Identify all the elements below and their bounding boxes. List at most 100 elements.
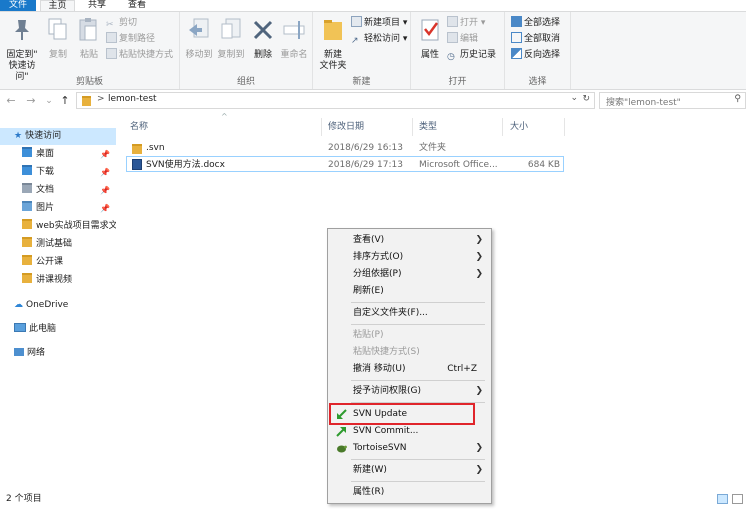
easy-access-label: 轻松访问 ▾ — [364, 34, 408, 44]
submenu-arrow-icon: ❯ — [475, 252, 483, 262]
new-item-button[interactable]: 新建项目 ▾ — [351, 16, 407, 30]
file-name: .svn — [146, 143, 165, 153]
nav-item-web-project[interactable]: web实战项目需求文 — [0, 218, 116, 235]
column-divider[interactable] — [564, 118, 565, 136]
edit-button[interactable]: 编辑 — [447, 32, 478, 46]
pin-icon — [15, 20, 29, 40]
search-input[interactable]: 搜索"lemon-test" ⚲ — [599, 92, 746, 109]
copy-path-button[interactable]: 复制路径 — [106, 32, 155, 46]
menu-item-customize-folder[interactable]: 自定义文件夹(F)... — [328, 305, 491, 322]
organize-group: 移动到 复制到 删除 重命名 组织 — [180, 12, 313, 89]
download-icon — [22, 165, 32, 175]
file-row[interactable]: .svn 2018/6/29 16:13 文件夹 — [126, 140, 564, 156]
cut-label: 剪切 — [119, 18, 138, 28]
pin-to-quick-access-button[interactable]: 固定到" 快速访问" — [2, 16, 42, 83]
properties-button[interactable]: 属性 — [415, 16, 445, 61]
nav-quick-access[interactable]: ★ 快速访问 — [0, 128, 116, 145]
file-row[interactable]: SVN使用方法.docx 2018/6/29 17:13 Microsoft O… — [126, 156, 564, 172]
back-button[interactable]: ← — [4, 93, 18, 109]
menu-separator — [351, 459, 485, 460]
nav-onedrive[interactable]: ☁ OneDrive — [0, 297, 116, 314]
column-divider[interactable] — [321, 118, 322, 136]
cut-button[interactable]: ✂ 剪切 — [106, 16, 137, 30]
folder-icon — [22, 237, 32, 247]
menu-item-paste[interactable]: 粘贴(P) — [328, 327, 491, 344]
nav-this-pc[interactable]: 此电脑 — [0, 321, 116, 338]
menu-item-sort-by[interactable]: 排序方式(O) ❯ — [328, 249, 491, 266]
select-all-label: 全部选择 — [524, 18, 561, 28]
column-divider[interactable] — [412, 118, 413, 136]
rename-button[interactable]: 重命名 — [278, 16, 310, 61]
copy-to-button[interactable]: 复制到 — [216, 16, 246, 61]
pin-icon: 📌 — [100, 168, 110, 177]
menu-item-shortcut: Ctrl+Z — [447, 364, 477, 374]
folder-icon — [22, 219, 32, 229]
breadcrumb-lemon-test[interactable]: lemon-test — [108, 94, 157, 104]
refresh-button[interactable]: ↻ — [582, 94, 590, 104]
tab-share[interactable]: 共享 — [80, 0, 114, 11]
menu-item-group-by[interactable]: 分组依据(P) ❯ — [328, 266, 491, 283]
menu-item-view[interactable]: 查看(V) ❯ — [328, 232, 491, 249]
address-row: ← → ⌄ ↑ > lemon-test ⌄ ↻ 搜索"lemon-test" … — [0, 90, 746, 112]
menu-item-tortoisesvn[interactable]: TortoiseSVN ❯ — [328, 440, 491, 457]
paste-shortcut-button[interactable]: 粘贴快捷方式 — [106, 48, 173, 62]
nav-item-test-basics[interactable]: 测试基础 — [0, 236, 116, 253]
history-button[interactable]: ◷ 历史记录 — [447, 48, 496, 62]
menu-item-svn-commit[interactable]: SVN Commit... — [328, 423, 491, 440]
paste-shortcut-label: 粘贴快捷方式 — [119, 50, 174, 60]
column-header-type[interactable]: 类型 — [419, 120, 437, 134]
menu-item-undo-move[interactable]: 撤消 移动(U) Ctrl+Z — [328, 361, 491, 378]
nav-item-open-class[interactable]: 公开课 — [0, 254, 116, 271]
select-none-button[interactable]: 全部取消 — [511, 32, 560, 46]
menu-separator — [351, 380, 485, 381]
nav-item-desktop[interactable]: 桌面 📌 — [0, 146, 116, 163]
easy-access-button[interactable]: ↗ 轻松访问 ▾ — [351, 32, 407, 46]
menu-item-give-access[interactable]: 授予访问权限(G) ❯ — [328, 383, 491, 400]
menu-item-refresh[interactable]: 刷新(E) — [328, 283, 491, 300]
properties-check-icon — [421, 19, 439, 41]
copy-button[interactable]: 复制 — [44, 16, 72, 61]
column-header-modified[interactable]: 修改日期 — [328, 120, 364, 134]
history-icon: ◷ — [447, 52, 455, 62]
large-icons-view-icon[interactable] — [732, 494, 743, 504]
column-divider[interactable] — [502, 118, 503, 136]
open-button[interactable]: 打开 ▾ — [447, 16, 485, 30]
invert-selection-icon — [511, 48, 522, 59]
item-count: 2 个项目 — [6, 494, 42, 504]
tab-home[interactable]: 主页 — [40, 0, 75, 11]
recent-locations-button[interactable]: ⌄ — [42, 93, 56, 109]
nav-item-pictures[interactable]: 图片 📌 — [0, 200, 116, 217]
new-folder-icon — [324, 20, 342, 40]
nav-item-downloads[interactable]: 下载 📌 — [0, 164, 116, 181]
column-header-name[interactable]: 名称 — [130, 120, 148, 134]
address-bar[interactable]: > lemon-test ⌄ ↻ — [76, 92, 595, 109]
delete-button[interactable]: 删除 — [250, 16, 276, 61]
menu-item-paste-shortcut[interactable]: 粘贴快捷方式(S) — [328, 344, 491, 361]
new-folder-label-line2: 文件夹 — [319, 61, 347, 71]
easy-access-icon: ↗ — [351, 36, 359, 46]
tab-file[interactable]: 文件 — [0, 0, 36, 11]
tortoise-icon — [337, 445, 347, 453]
file-name: SVN使用方法.docx — [146, 160, 225, 170]
forward-button[interactable]: → — [24, 93, 38, 109]
select-all-button[interactable]: 全部选择 — [511, 16, 560, 30]
tab-view[interactable]: 查看 — [120, 0, 154, 11]
menu-item-label: 粘贴(P) — [353, 330, 384, 340]
details-view-icon[interactable] — [717, 494, 728, 504]
folder-icon — [22, 273, 32, 283]
column-header-size[interactable]: 大小 — [510, 120, 528, 134]
invert-selection-button[interactable]: 反向选择 — [511, 48, 560, 62]
new-folder-button[interactable]: 新建 文件夹 — [316, 16, 350, 72]
up-button[interactable]: ↑ — [58, 93, 72, 109]
properties-label: 属性 — [420, 50, 439, 60]
clipboard-group-label: 剪贴板 — [75, 77, 103, 87]
nav-item-documents[interactable]: 文档 📌 — [0, 182, 116, 199]
paste-button[interactable]: 粘贴 — [75, 16, 103, 61]
menu-item-new[interactable]: 新建(W) ❯ — [328, 462, 491, 479]
nav-network[interactable]: 网络 — [0, 345, 116, 362]
nav-item-lecture-videos[interactable]: 讲课视频 — [0, 272, 116, 289]
address-dropdown-button[interactable]: ⌄ — [570, 93, 578, 103]
copy-path-label: 复制路径 — [119, 34, 156, 44]
move-to-button[interactable]: 移动到 — [184, 16, 214, 61]
menu-separator — [351, 481, 485, 482]
